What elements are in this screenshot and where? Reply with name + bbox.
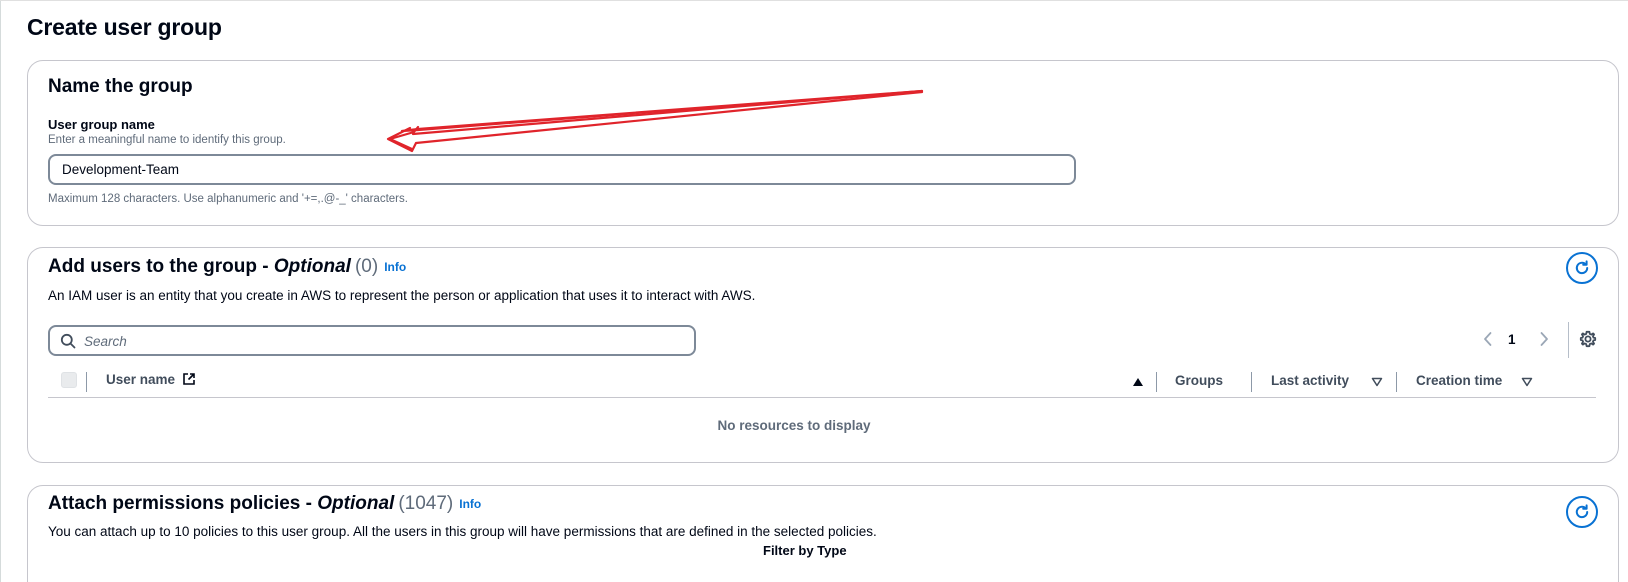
column-separator [1396,372,1397,392]
attach-policies-info-link[interactable]: Info [459,497,481,511]
user-group-name-input[interactable] [48,154,1076,185]
column-header-last-activity[interactable]: Last activity [1271,373,1349,388]
add-users-count: (0) [354,256,379,277]
column-separator [86,372,87,392]
pagination-divider [1568,322,1569,358]
attach-policies-heading: Attach permissions policies - Optional (1… [48,493,481,515]
sort-ascending-icon[interactable] [1132,377,1144,387]
page-title: Create user group [27,14,222,40]
page-top-border [0,0,1628,1]
name-group-heading: Name the group [48,76,193,97]
users-search-input[interactable] [84,330,684,352]
add-users-card: Add users to the group - Optional (0) Info… [27,247,1619,463]
pagination-current-page[interactable]: 1 [1508,332,1516,347]
column-separator [1156,372,1157,392]
column-header-groups[interactable]: Groups [1175,373,1223,388]
column-header-creation-time[interactable]: Creation time [1416,373,1502,388]
external-link-icon [183,373,195,385]
chevron-right-icon[interactable] [1538,331,1550,347]
users-table-empty-message: No resources to display [717,418,871,433]
name-group-card: Name the group User group name Enter a m… [27,60,1619,226]
add-users-description: An IAM user is an entity that you create… [48,288,756,303]
policies-refresh-button[interactable] [1566,496,1598,528]
page-left-border [0,0,1,582]
add-users-info-link[interactable]: Info [384,260,406,274]
filter-by-type-label: Filter by Type [763,543,847,558]
refresh-icon [1575,260,1589,275]
sort-descending-icon[interactable] [1521,377,1533,387]
attach-policies-optional-label: Optional [317,493,395,514]
search-icon [60,333,76,349]
attach-policies-heading-text: Attach permissions policies - [48,493,318,514]
sort-descending-icon[interactable] [1371,377,1383,387]
gear-icon[interactable] [1579,330,1597,348]
select-all-checkbox[interactable] [61,372,77,388]
attach-policies-count: (1047) [398,493,454,514]
user-group-name-description: Enter a meaningful name to identify this… [48,134,286,146]
column-header-user-name-label: User name [106,372,176,387]
attach-policies-description: You can attach up to 10 policies to this… [48,524,877,539]
users-search-field[interactable] [48,325,696,356]
attach-policies-card: Attach permissions policies - Optional (1… [27,485,1619,582]
users-table-header: User name Groups Last activity Creation … [48,364,1596,398]
user-group-name-constraint: Maximum 128 characters. Use alphanumeric… [48,193,408,205]
add-users-heading-text: Add users to the group - [48,256,274,277]
column-header-user-name[interactable]: User name [106,372,196,387]
table-header-divider [48,397,1596,398]
add-users-optional-label: Optional [273,256,351,277]
user-group-name-label: User group name [48,117,155,132]
add-users-heading: Add users to the group - Optional (0) Info [48,256,406,278]
refresh-icon [1575,504,1589,519]
chevron-left-icon[interactable] [1482,331,1494,347]
users-refresh-button[interactable] [1566,252,1598,284]
column-separator [1251,372,1252,392]
